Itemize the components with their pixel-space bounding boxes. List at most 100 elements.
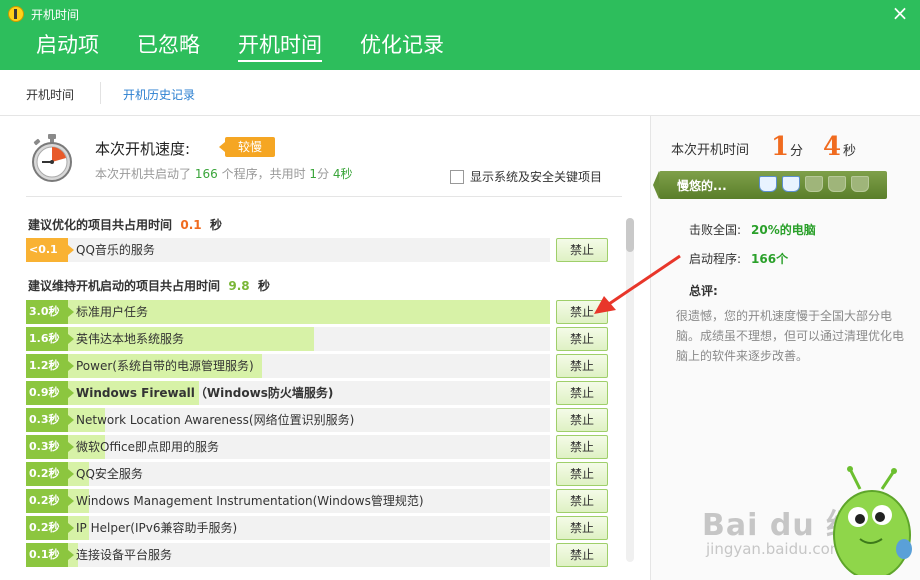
programs-stat: 启动程序: 166个 (689, 250, 788, 267)
subnav-boot-history[interactable]: 开机历史记录 (123, 86, 195, 103)
keep-section-label: 建议维持开机启动的项目共占用时间 (28, 279, 221, 293)
speed-rating-banner: 慢悠的... (653, 171, 887, 199)
keep-section-unit: 秒 (258, 279, 271, 293)
beat-value: 20%的电脑 (751, 223, 816, 237)
title-bar: 开机时间 × 启动项 已忽略 开机时间 优化记录 (0, 0, 920, 70)
divider (26, 196, 622, 197)
tab-optimize-history[interactable]: 优化记录 (360, 32, 444, 62)
item-name: Windows Management Instrumentation(Windo… (76, 494, 424, 508)
speed-desc-prefix: 本次开机共启动了 (95, 167, 192, 181)
coffee-cup-icon (759, 176, 777, 192)
list-item: 1.2秒 Power(系统自带的电源管理服务) 禁止 (26, 354, 608, 378)
time-tag: 0.1秒 (26, 543, 74, 567)
list-item: 1.6秒 英伟达本地系统服务 禁止 (26, 327, 608, 351)
optimize-section-unit: 秒 (210, 218, 223, 232)
main-panel: 本次开机速度: 较慢 本次开机共启动了 166 个程序，共用时 1分 4秒 显示… (0, 116, 650, 580)
min-unit: 分 (317, 167, 330, 181)
subnav-boot-time[interactable]: 开机时间 (26, 86, 74, 103)
list-item: 0.3秒 微软Office即点即用的服务 禁止 (26, 435, 608, 459)
show-system-label: 显示系统及安全关键项目 (470, 170, 603, 184)
boot-minutes: 1 (309, 167, 318, 181)
keep-section-value: 9.8 (228, 279, 250, 293)
coffee-cup-icon (851, 176, 869, 192)
list-item: 0.2秒 QQ安全服务 禁止 (26, 462, 608, 486)
side-seconds-unit: 秒 (843, 144, 857, 159)
item-name: Network Location Awareness(网络位置识别服务) (76, 413, 355, 427)
item-name: Power(系统自带的电源管理服务) (76, 359, 254, 373)
disable-button[interactable]: 禁止 (556, 489, 608, 513)
mascot-icon (833, 466, 912, 575)
disable-button[interactable]: 禁止 (556, 327, 608, 351)
optimize-section-label: 建议优化的项目共占用时间 (28, 218, 173, 232)
time-tag: 0.3秒 (26, 435, 74, 459)
time-tag: 0.2秒 (26, 462, 74, 486)
item-name: 英伟达本地系统服务 (76, 332, 185, 346)
speed-rating-cups (759, 176, 874, 192)
item-name: 微软Office即点即用的服务 (76, 440, 220, 454)
show-system-option[interactable]: 显示系统及安全关键项目 (450, 168, 602, 185)
optimize-section-title: 建议优化的项目共占用时间 0.1 秒 (28, 216, 222, 233)
beat-label: 击败全国: (689, 223, 742, 237)
list-item: 0.2秒 IP Helper(IPv6兼容助手服务) 禁止 (26, 516, 608, 540)
side-minutes-unit: 分 (790, 144, 804, 159)
item-name: QQ音乐的服务 (76, 243, 155, 257)
speed-badge: 较慢 (219, 137, 275, 157)
time-tag: 0.2秒 (26, 516, 74, 540)
boot-seconds: 4秒 (332, 167, 353, 181)
tab-boot-time[interactable]: 开机时间 (238, 32, 322, 62)
keep-section-title: 建议维持开机启动的项目共占用时间 9.8 秒 (28, 277, 270, 294)
item-name: QQ安全服务 (76, 467, 143, 481)
tab-startup-items[interactable]: 启动项 (36, 32, 99, 62)
list-item: 0.3秒 Network Location Awareness(网络位置识别服务)… (26, 408, 608, 432)
sub-navigation: 开机时间 开机历史记录 (0, 70, 920, 116)
close-icon[interactable]: × (890, 3, 910, 24)
speed-desc-mid: 个程序，共用时 (221, 167, 306, 181)
stopwatch-icon (32, 134, 72, 182)
programs-label: 启动程序: (689, 252, 742, 266)
speed-description: 本次开机共启动了 166 个程序，共用时 1分 4秒 (95, 165, 353, 182)
time-tag: 1.6秒 (26, 327, 74, 351)
speed-rating-text: 慢悠的... (677, 179, 727, 193)
item-name: 连接设备平台服务 (76, 548, 173, 562)
disable-button[interactable]: 禁止 (556, 543, 608, 567)
disable-button[interactable]: 禁止 (556, 408, 608, 432)
list-item: 0.2秒 Windows Management Instrumentation(W… (26, 489, 608, 513)
item-name: Windows Firewall（Windows防火墙服务) (76, 386, 334, 400)
time-tag: 0.9秒 (26, 381, 74, 405)
show-system-checkbox[interactable] (450, 169, 464, 184)
item-name: IP Helper(IPv6兼容助手服务) (76, 521, 238, 535)
disable-button[interactable]: 禁止 (556, 435, 608, 459)
side-seconds-value: 4 (823, 132, 842, 162)
list-item: <0.1秒 QQ音乐的服务 禁止 (26, 238, 608, 280)
side-minutes-value: 1 (771, 132, 790, 162)
item-name: 标准用户任务 (76, 305, 149, 319)
annotation-arrow-icon (594, 254, 681, 314)
review-title: 总评: (689, 284, 718, 298)
list-item: 3.0秒 标准用户任务 禁止 (26, 300, 608, 324)
disable-button[interactable]: 禁止 (556, 516, 608, 540)
coffee-cup-icon (828, 176, 846, 192)
review-text: 很遗憾，您的开机速度慢于全国大部分电脑。成绩虽不理想，但可以通过清理优化电脑上的… (676, 309, 905, 363)
speed-label: 本次开机速度: (95, 140, 191, 158)
scrollbar-thumb[interactable] (626, 218, 634, 252)
list-item: 0.1秒 连接设备平台服务 禁止 (26, 543, 608, 567)
time-tag: 1.2秒 (26, 354, 74, 378)
coffee-cup-icon (782, 176, 800, 192)
coffee-cup-icon (805, 176, 823, 192)
time-tag: 0.3秒 (26, 408, 74, 432)
program-count: 166 (194, 167, 218, 181)
app-logo-icon (8, 6, 24, 22)
window-title: 开机时间 (31, 8, 80, 22)
side-boot-time-label: 本次开机时间 (671, 143, 750, 158)
main-tabs: 启动项 已忽略 开机时间 优化记录 (36, 32, 482, 62)
list-item: 0.9秒 Windows Firewall（Windows防火墙服务) 禁止 (26, 381, 608, 405)
disable-button[interactable]: 禁止 (556, 381, 608, 405)
optimize-section-value: 0.1 (180, 218, 202, 232)
beat-stat: 击败全国: 20%的电脑 (689, 221, 816, 238)
time-tag: <0.1秒 (26, 238, 74, 280)
tab-ignored[interactable]: 已忽略 (137, 32, 200, 62)
time-tag: 0.2秒 (26, 489, 74, 513)
disable-button[interactable]: 禁止 (556, 354, 608, 378)
programs-value: 166个 (751, 252, 789, 266)
disable-button[interactable]: 禁止 (556, 462, 608, 486)
